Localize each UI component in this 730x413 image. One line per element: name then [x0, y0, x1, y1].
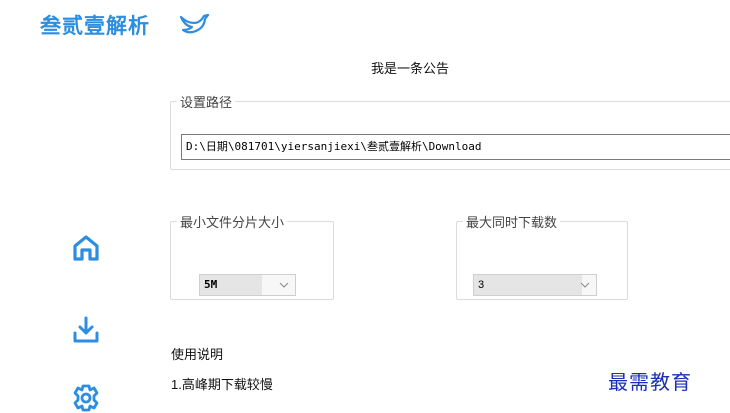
settings-icon[interactable] [71, 383, 101, 413]
chevron-down-icon [580, 282, 590, 288]
split-size-value: 5M [200, 275, 262, 295]
chevron-down-icon [279, 282, 289, 288]
app-title: 叁贰壹解析 [40, 15, 150, 38]
max-downloads-group: 最大同时下载数 3 [456, 212, 628, 300]
download-icon[interactable] [71, 315, 101, 345]
max-downloads-label: 最大同时下载数 [466, 215, 558, 230]
help-title: 使用说明 [171, 347, 224, 362]
split-size-select[interactable]: 5M [199, 274, 296, 296]
path-settings-group: 设置路径 D:\日期\081701\yiersanjiexi\叁贰壹解析\Dow… [170, 92, 730, 170]
max-downloads-select[interactable]: 3 [473, 274, 597, 296]
split-size-label: 最小文件分片大小 [180, 215, 285, 230]
bird-icon [179, 13, 210, 34]
home-icon[interactable] [71, 233, 101, 263]
split-size-group: 最小文件分片大小 5M [170, 212, 334, 300]
download-path-input[interactable]: D:\日期\081701\yiersanjiexi\叁贰壹解析\Download [181, 134, 730, 160]
watermark: 最需教育 [608, 370, 692, 394]
announcement-text: 我是一条公告 [370, 61, 449, 76]
help-line-1: 1.高峰期下载较慢 [171, 377, 273, 392]
max-downloads-value: 3 [474, 275, 582, 295]
path-group-label: 设置路径 [180, 95, 233, 110]
